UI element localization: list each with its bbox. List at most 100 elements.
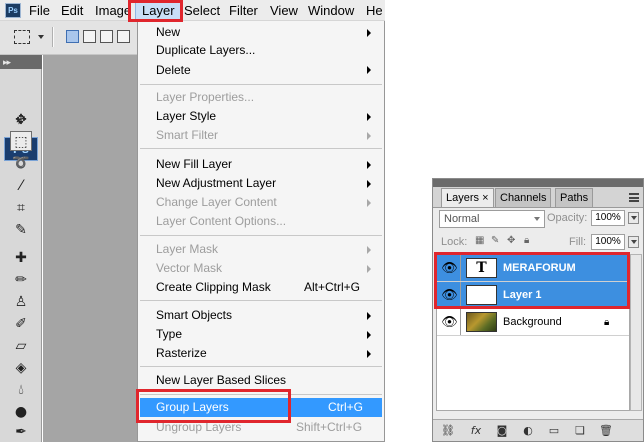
menu-item-new-layer-based-slices[interactable]: New Layer Based Slices: [156, 371, 286, 390]
dodge-tool-icon[interactable]: ●: [10, 402, 32, 422]
chevron-down-icon[interactable]: [534, 217, 540, 221]
brush-tool-icon[interactable]: ✏: [10, 270, 32, 290]
submenu-arrow-icon: [367, 246, 371, 254]
lasso-tool-icon[interactable]: ➰: [10, 153, 32, 173]
move-tool-icon[interactable]: ➶: [10, 110, 32, 130]
delete-layer-icon[interactable]: 🗑︎: [599, 424, 613, 438]
lock-position-icon[interactable]: ✥: [507, 235, 515, 246]
eyedropper-tool-icon[interactable]: ✎: [10, 220, 32, 240]
fill-input[interactable]: 100%: [591, 234, 625, 250]
new-selection-icon[interactable]: [66, 30, 79, 43]
menu-item-create-clipping-mask[interactable]: Create Clipping Mask: [156, 278, 271, 297]
paint-bucket-tool-icon[interactable]: ◈: [10, 358, 32, 378]
menu-item-type[interactable]: Type: [156, 325, 182, 344]
submenu-arrow-icon: [367, 350, 371, 358]
add-selection-icon[interactable]: [83, 30, 96, 43]
marquee-preset-icon[interactable]: [14, 30, 30, 44]
menu-item-rasterize[interactable]: Rasterize: [156, 344, 207, 363]
layers-panel-body: Normal Opacity: 100% Lock: ▦ ✎ ✥ 🔒︎ Fill…: [433, 207, 643, 441]
submenu-arrow-icon: [367, 113, 371, 121]
background-thumbnail: [466, 312, 497, 332]
lock-transparent-icon[interactable]: ▦: [475, 235, 484, 246]
new-group-icon[interactable]: ▭: [547, 424, 561, 438]
menu-separator: [140, 84, 382, 85]
menu-filter[interactable]: Filter: [229, 0, 258, 21]
menu-item-layer-style[interactable]: Layer Style: [156, 107, 216, 126]
lock-icon: 🔒︎: [604, 317, 610, 328]
pen-tool-icon[interactable]: ✒: [10, 422, 32, 442]
healing-tool-icon[interactable]: ✚: [10, 248, 32, 268]
marquee-tool-icon[interactable]: ⬚: [10, 131, 32, 151]
menu-item-vector-mask[interactable]: Vector Mask: [156, 259, 222, 278]
link-layers-icon[interactable]: ⛓: [441, 424, 455, 438]
close-icon[interactable]: ×: [482, 192, 488, 204]
menu-item-layer-properties[interactable]: Layer Properties...: [156, 88, 254, 107]
menu-separator: [140, 366, 382, 367]
submenu-arrow-icon: [367, 161, 371, 169]
layers-panel: Layers × Channels Paths Normal Opacity: …: [432, 178, 644, 442]
menu-image[interactable]: Image: [95, 0, 131, 21]
adjustment-layer-icon[interactable]: ◐: [521, 424, 535, 438]
menu-item-duplicate-layers[interactable]: Duplicate Layers...: [156, 41, 255, 60]
layers-scrollbar[interactable]: [630, 254, 642, 411]
menu-separator: [140, 148, 382, 149]
tab-channels[interactable]: Channels: [495, 188, 552, 207]
quick-select-tool-icon[interactable]: ⁄: [10, 176, 32, 196]
eraser-tool-icon[interactable]: ▱: [10, 336, 32, 356]
lock-image-icon[interactable]: ✎: [491, 235, 499, 246]
submenu-arrow-icon: [367, 29, 371, 37]
menu-view[interactable]: View: [270, 0, 298, 21]
menu-file[interactable]: File: [29, 0, 50, 21]
submenu-arrow-icon: [367, 199, 371, 207]
fx-icon[interactable]: fx: [469, 424, 483, 438]
blend-mode-select[interactable]: Normal: [439, 210, 545, 228]
ps-app-icon[interactable]: Ps: [5, 3, 21, 18]
panel-menu-icon[interactable]: [629, 193, 639, 202]
layer-menu-dropdown: New Duplicate Layers... Delete Layer Pro…: [137, 21, 385, 442]
chevron-down-icon[interactable]: [38, 35, 44, 39]
menu-window[interactable]: Window: [308, 0, 354, 21]
toolbox-collapse-icon[interactable]: ▸▸: [0, 55, 42, 69]
shortcut-ungroup-layers: Shift+Ctrl+G: [296, 420, 363, 434]
subtract-selection-icon[interactable]: [100, 30, 113, 43]
tab-paths[interactable]: Paths: [555, 188, 594, 207]
menu-help[interactable]: He: [366, 0, 383, 21]
menu-item-layer-mask[interactable]: Layer Mask: [156, 240, 218, 259]
submenu-arrow-icon: [367, 180, 371, 188]
stamp-tool-icon[interactable]: ♙: [10, 292, 32, 312]
fill-slider-icon[interactable]: [628, 236, 639, 248]
submenu-arrow-icon: [367, 132, 371, 140]
layer-mask-icon[interactable]: ◙: [495, 424, 509, 438]
callout-group-layers: [136, 389, 291, 423]
layer-name[interactable]: Background: [503, 316, 562, 328]
menu-item-new-adjustment-layer[interactable]: New Adjustment Layer: [156, 174, 276, 193]
menu-item-smart-objects[interactable]: Smart Objects: [156, 306, 232, 325]
opacity-slider-icon[interactable]: [628, 212, 639, 224]
menu-item-new-fill-layer[interactable]: New Fill Layer: [156, 155, 232, 174]
canvas-area[interactable]: [43, 55, 137, 442]
blur-tool-icon[interactable]: 💧︎: [10, 380, 32, 400]
history-brush-tool-icon[interactable]: ✐: [10, 314, 32, 334]
submenu-arrow-icon: [367, 312, 371, 320]
menu-item-delete[interactable]: Delete: [156, 61, 191, 80]
menu-item-change-layer-content[interactable]: Change Layer Content: [156, 193, 277, 212]
panel-title-strip: [433, 179, 643, 187]
intersect-selection-icon[interactable]: [117, 30, 130, 43]
visibility-eye-icon[interactable]: 👁︎: [440, 314, 459, 331]
opacity-input[interactable]: 100%: [591, 210, 625, 226]
crop-tool-icon[interactable]: ⌗: [10, 198, 32, 218]
row-divider: [460, 309, 461, 335]
menu-edit[interactable]: Edit: [61, 0, 83, 21]
menu-bar: Ps File Edit Image Layer Select Filter V…: [0, 0, 385, 21]
menu-item-smart-filter[interactable]: Smart Filter: [156, 126, 218, 145]
opacity-label: Opacity:: [547, 212, 588, 224]
menu-item-new[interactable]: New: [156, 23, 180, 42]
layer-row-background[interactable]: 👁︎ Background 🔒︎: [437, 309, 629, 336]
menu-item-layer-content-options[interactable]: Layer Content Options...: [156, 212, 286, 231]
menu-select[interactable]: Select: [184, 0, 220, 21]
tab-layers[interactable]: Layers ×: [441, 188, 494, 207]
shortcut-group-layers: Ctrl+G: [328, 400, 364, 414]
new-layer-icon[interactable]: ❏: [573, 424, 587, 438]
menu-separator: [140, 235, 382, 236]
lock-all-icon[interactable]: 🔒︎: [524, 235, 529, 246]
